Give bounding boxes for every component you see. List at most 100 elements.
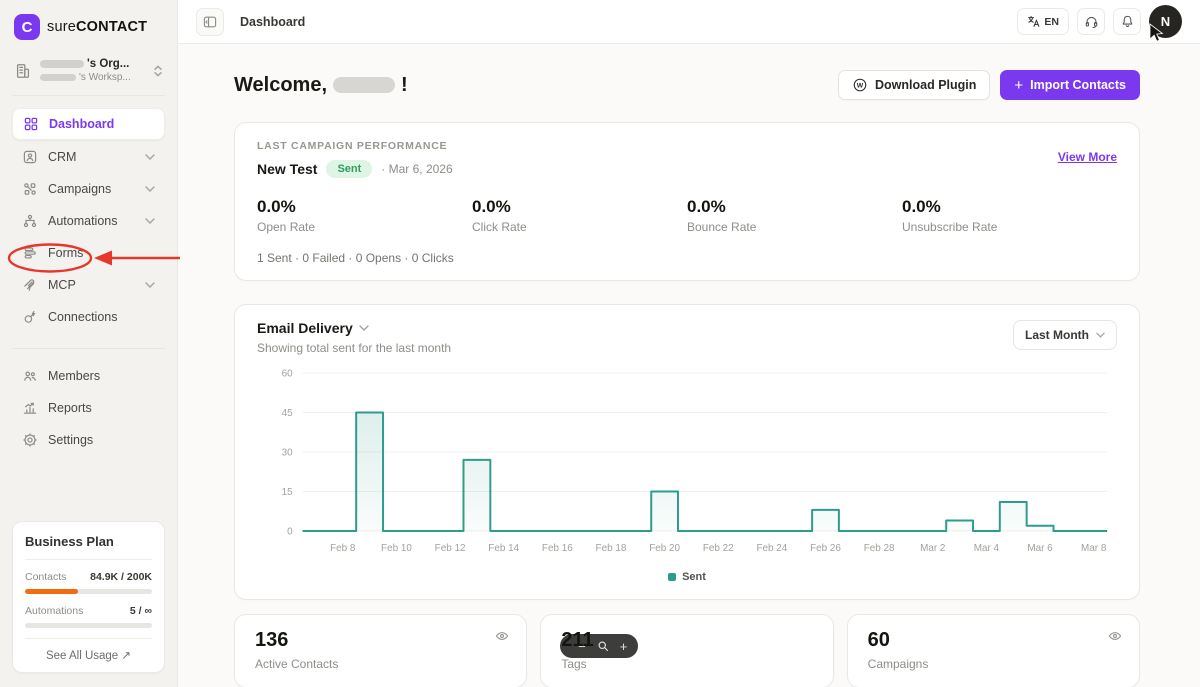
- campaigns-icon: [22, 181, 38, 197]
- svg-text:15: 15: [282, 487, 293, 498]
- sidebar-item-settings[interactable]: Settings: [12, 425, 165, 455]
- automations-usage-label: Automations: [25, 605, 83, 617]
- svg-text:Mar 2: Mar 2: [920, 543, 946, 554]
- brand-logo[interactable]: C sureCONTACT: [12, 14, 165, 40]
- svg-text:Feb 10: Feb 10: [381, 543, 412, 554]
- chevron-down-icon: [145, 218, 155, 224]
- chevron-down-icon: [145, 282, 155, 288]
- svg-text:Feb 22: Feb 22: [703, 543, 734, 554]
- chevron-down-icon: [145, 186, 155, 192]
- org-switcher[interactable]: 's Org... 's Worksp...: [12, 58, 165, 83]
- sidebar-item-label: Reports: [48, 401, 155, 415]
- sidebar-item-label: MCP: [48, 278, 135, 292]
- contacts-progress-bar: [25, 589, 152, 594]
- last-campaign-card: LAST CAMPAIGN PERFORMANCE New Test Sent …: [234, 122, 1140, 281]
- view-more-link[interactable]: View More: [1058, 150, 1117, 164]
- svg-text:0: 0: [287, 526, 293, 537]
- sidebar-item-members[interactable]: Members: [12, 361, 165, 391]
- automations-progress-bar: [25, 623, 152, 628]
- building-icon: [14, 62, 32, 80]
- headset-icon: [1084, 14, 1099, 29]
- email-delivery-chart: 015304560Feb 8Feb 10Feb 12Feb 14Feb 16Fe…: [257, 363, 1117, 569]
- topbar: Dashboard EN N: [178, 0, 1200, 44]
- translate-icon: [1027, 15, 1040, 28]
- divider: [12, 95, 165, 96]
- date-range-dropdown[interactable]: Last Month: [1013, 320, 1117, 350]
- sidebar-item-reports[interactable]: Reports: [12, 393, 165, 423]
- sidebar-item-automations[interactable]: Automations: [12, 206, 165, 236]
- svg-text:Feb 24: Feb 24: [756, 543, 787, 554]
- email-delivery-title[interactable]: Email Delivery: [257, 320, 451, 336]
- campaign-summary: 1 Sent · 0 Failed · 0 Opens · 0 Clicks: [257, 251, 1117, 265]
- redacted-text: [40, 74, 76, 81]
- notifications-button[interactable]: [1113, 8, 1141, 35]
- automations-icon: [22, 213, 38, 229]
- unfold-chevrons-icon: [153, 64, 163, 78]
- sent-legend-swatch: [668, 573, 676, 581]
- sidebar-item-mcp[interactable]: MCP: [12, 270, 165, 300]
- org-name: 's Org...: [40, 58, 145, 70]
- svg-text:Feb 8: Feb 8: [330, 543, 356, 554]
- svg-text:Mar 4: Mar 4: [974, 543, 1000, 554]
- support-button[interactable]: [1077, 8, 1105, 35]
- import-contacts-button[interactable]: + Import Contacts: [1000, 70, 1140, 100]
- connections-icon: [22, 309, 38, 325]
- unsubscribe-rate-stat: 0.0%Unsubscribe Rate: [902, 197, 1117, 234]
- redacted-name: [333, 77, 395, 93]
- campaign-name: New Test: [257, 161, 317, 177]
- wordpress-icon: W: [852, 77, 868, 93]
- sidebar-toggle-button[interactable]: [196, 8, 224, 36]
- campaigns-value: 60: [868, 629, 1119, 652]
- campaign-card-title: LAST CAMPAIGN PERFORMANCE: [257, 140, 1058, 152]
- surecontact-logo-icon: C: [14, 14, 40, 40]
- mcp-icon: [22, 277, 38, 293]
- svg-text:60: 60: [282, 368, 293, 379]
- chevron-down-icon: [1096, 332, 1105, 338]
- download-plugin-button[interactable]: W Download Plugin: [838, 70, 990, 100]
- plus-icon: +: [1014, 78, 1023, 93]
- avatar[interactable]: N: [1149, 5, 1182, 38]
- sidebar-item-label: Automations: [48, 214, 135, 228]
- sidebar-item-crm[interactable]: CRM: [12, 142, 165, 172]
- tags-value: 211: [561, 629, 812, 652]
- svg-text:45: 45: [282, 408, 293, 419]
- gear-icon: [22, 432, 38, 448]
- svg-text:Feb 18: Feb 18: [596, 543, 627, 554]
- campaigns-label: Campaigns: [868, 657, 1119, 671]
- svg-text:Feb 16: Feb 16: [542, 543, 573, 554]
- automations-usage-value: 5 / ∞: [130, 605, 152, 617]
- svg-text:Feb 26: Feb 26: [810, 543, 841, 554]
- sidebar-item-connections[interactable]: Connections: [12, 302, 165, 332]
- import-contacts-label: Import Contacts: [1030, 78, 1126, 92]
- svg-text:Feb 14: Feb 14: [488, 543, 519, 554]
- divider: [12, 348, 165, 349]
- tags-card: 211 Tags − +: [540, 614, 833, 687]
- plan-title: Business Plan: [25, 534, 152, 560]
- click-rate-stat: 0.0%Click Rate: [472, 197, 687, 234]
- bounce-rate-stat: 0.0%Bounce Rate: [687, 197, 902, 234]
- see-all-usage-link[interactable]: See All Usage ↗: [25, 638, 152, 662]
- sidebar-item-label: Forms: [48, 246, 155, 260]
- main-content: Welcome, ! W Download Plugin + Import Co…: [178, 44, 1200, 687]
- avatar-initial: N: [1161, 14, 1170, 29]
- bell-icon: [1120, 14, 1135, 29]
- sidebar-item-dashboard[interactable]: Dashboard: [12, 108, 165, 140]
- sidebar-item-forms[interactable]: Forms: [12, 238, 165, 268]
- sidebar-nav: Dashboard CRM Campaigns Autom: [12, 108, 165, 334]
- sidebar-item-label: Dashboard: [49, 117, 154, 131]
- sidebar-secondary-nav: Members Reports Settings: [12, 361, 165, 457]
- forms-icon: [22, 245, 38, 261]
- svg-text:30: 30: [282, 447, 293, 458]
- breadcrumb: Dashboard: [240, 15, 305, 29]
- contacts-usage-value: 84.9K / 200K: [90, 571, 152, 583]
- language-button[interactable]: EN: [1017, 8, 1069, 35]
- active-contacts-card: 136 Active Contacts: [234, 614, 527, 687]
- tags-label: Tags: [561, 657, 812, 671]
- sidebar-item-label: Connections: [48, 310, 155, 324]
- sidebar-item-campaigns[interactable]: Campaigns: [12, 174, 165, 204]
- campaign-date: · Mar 6, 2026: [381, 162, 452, 176]
- members-icon: [22, 368, 38, 384]
- status-badge: Sent: [326, 160, 372, 178]
- svg-text:Feb 20: Feb 20: [649, 543, 680, 554]
- active-contacts-label: Active Contacts: [255, 657, 506, 671]
